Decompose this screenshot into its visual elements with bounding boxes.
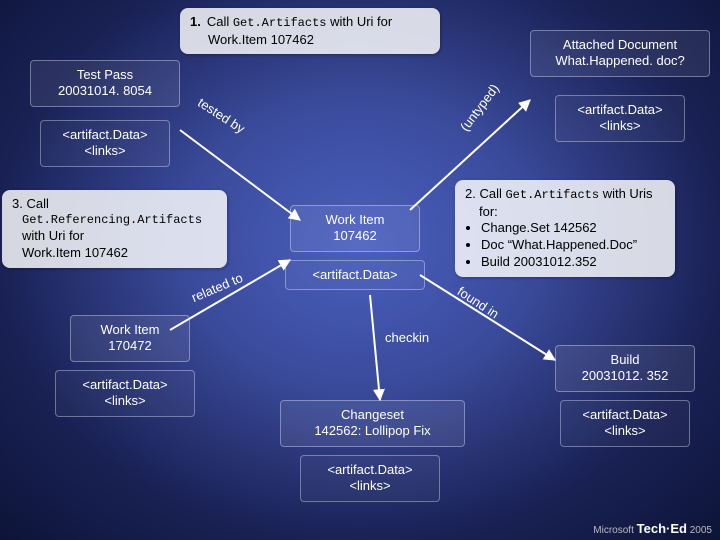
wi2-l1: Work Item <box>81 322 179 338</box>
node-build-artifact: <artifact.Data> <links> <box>560 400 690 447</box>
edge-checkin: checkin <box>385 330 429 345</box>
node-cs-artifact: <artifact.Data> <links> <box>300 455 440 502</box>
c2-line1b: with Uris <box>599 186 652 201</box>
node-build: Build 20031012. 352 <box>555 345 695 392</box>
callout-3: 3. Call Get.Referencing.Artifacts with U… <box>2 190 227 268</box>
footer-brand: Microsoft Tech·Ed 2005 <box>593 521 712 536</box>
callout-2: 2. Call Get.Artifacts with Uris for: Cha… <box>455 180 675 277</box>
build-l2: 20031012. 352 <box>566 368 684 384</box>
footer-event: Tech·Ed <box>637 521 687 536</box>
doc-l2: What.Happened. doc? <box>541 53 699 69</box>
doc-art-l1: <artifact.Data> <box>566 102 674 118</box>
node-wi2-artifact: <artifact.Data> <links> <box>55 370 195 417</box>
callout-1: 1. Call Get.Artifacts with Uri for Work.… <box>180 8 440 54</box>
node-doc: Attached Document What.Happened. doc? <box>530 30 710 77</box>
c2-b1: Change.Set 142562 <box>481 220 665 237</box>
c3-code: Get.Referencing.Artifacts <box>22 213 217 229</box>
edge-tested-by: tested by <box>195 95 247 136</box>
c2-line2: for: <box>479 204 665 221</box>
c3-line2: with Uri for <box>22 228 217 245</box>
node-changeset: Changeset 142562: Lollipop Fix <box>280 400 465 447</box>
node-doc-artifact: <artifact.Data> <links> <box>555 95 685 142</box>
node-testpass-artifact: <artifact.Data> <links> <box>40 120 170 167</box>
node-workitem-170472: Work Item 170472 <box>70 315 190 362</box>
c2-line1: 2. Call <box>465 186 505 201</box>
wi2-art-l1: <artifact.Data> <box>66 377 184 393</box>
callout-1-line2: Work.Item 107462 <box>208 32 314 47</box>
node-workitem-107462: Work Item 107462 <box>290 205 420 252</box>
cs-art-l1: <artifact.Data> <box>311 462 429 478</box>
build-l1: Build <box>566 352 684 368</box>
wi-l2: 107462 <box>301 228 409 244</box>
c3-line3: Work.Item 107462 <box>22 245 217 262</box>
doc-art-l2: <links> <box>566 118 674 134</box>
callout-1-pre: Call <box>207 14 233 29</box>
edge-untyped: (untyped) <box>457 81 502 134</box>
footer-year: 2005 <box>690 525 712 536</box>
callout-1-post: with Uri for <box>326 14 392 29</box>
doc-l1: Attached Document <box>541 37 699 53</box>
footer-ms: Microsoft <box>593 525 634 536</box>
tp-art-l1: <artifact.Data> <box>51 127 159 143</box>
c2-b3: Build 20031012.352 <box>481 254 665 271</box>
tp-art-l2: <links> <box>51 143 159 159</box>
c2-code1: Get.Artifacts <box>505 188 599 202</box>
edge-related-to: related to <box>189 270 245 305</box>
cs-art-l2: <links> <box>311 478 429 494</box>
callout-1-num: 1. <box>190 14 201 31</box>
wi-art-l1: <artifact.Data> <box>296 267 414 283</box>
c2-b2: Doc “What.Happened.Doc” <box>481 237 665 254</box>
callout-1-code: Get.Artifacts <box>233 16 327 30</box>
wi2-l2: 170472 <box>81 338 179 354</box>
build-art-l2: <links> <box>571 423 679 439</box>
cs-l2: 142562: Lollipop Fix <box>291 423 454 439</box>
wi-l1: Work Item <box>301 212 409 228</box>
testpass-l2: 20031014. 8054 <box>41 83 169 99</box>
cs-l1: Changeset <box>291 407 454 423</box>
wi2-art-l2: <links> <box>66 393 184 409</box>
c3-line1: 3. Call <box>12 196 217 213</box>
node-testpass: Test Pass 20031014. 8054 <box>30 60 180 107</box>
node-wi-artifact: <artifact.Data> <box>285 260 425 290</box>
edge-found-in: found in <box>455 284 502 322</box>
testpass-l1: Test Pass <box>41 67 169 83</box>
build-art-l1: <artifact.Data> <box>571 407 679 423</box>
